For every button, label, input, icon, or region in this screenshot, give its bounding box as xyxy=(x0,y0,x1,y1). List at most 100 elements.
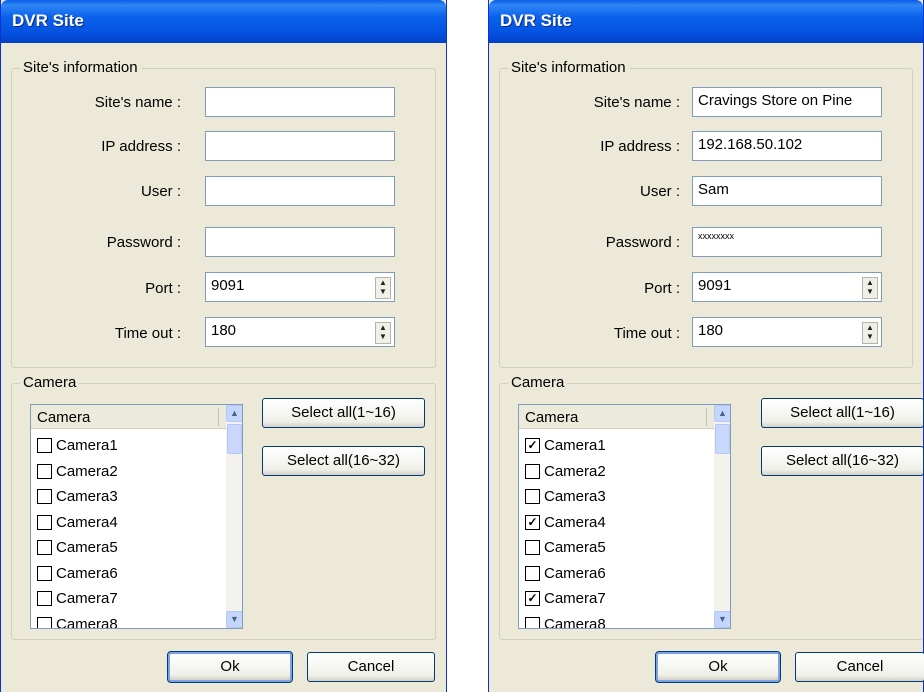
port-label: Port : xyxy=(145,280,181,297)
camera-label: Camera3 xyxy=(56,488,118,506)
port-stepper[interactable]: 9091 ▲ ▼ xyxy=(205,272,395,302)
camera-checkbox[interactable] xyxy=(37,540,52,556)
column-divider[interactable] xyxy=(218,408,219,426)
camera-checkbox[interactable] xyxy=(37,438,52,454)
user-input[interactable] xyxy=(205,176,395,206)
camera-label: Camera7 xyxy=(56,590,118,608)
camera-checkbox[interactable]: ✓ xyxy=(525,514,540,530)
camera-label: Camera7 xyxy=(544,590,606,608)
camera-group: Camera Camera ✓ Camera1 Camera2 Camera3 ✓ Cam… xyxy=(499,374,924,640)
site-information-legend: Site's information xyxy=(20,59,141,76)
camera-label: Camera5 xyxy=(56,539,118,557)
camera-list-item[interactable]: Camera4 xyxy=(31,510,226,536)
camera-list-item[interactable]: Camera1 xyxy=(31,433,226,459)
camera-list-item[interactable]: Camera7 xyxy=(31,586,226,612)
camera-list-item[interactable]: ✓ Camera1 xyxy=(519,433,714,459)
camera-checkbox[interactable] xyxy=(525,489,540,505)
cancel-button[interactable]: Cancel xyxy=(795,652,924,682)
column-divider[interactable] xyxy=(706,408,707,426)
timeout-stepper[interactable]: 180 ▲ ▼ xyxy=(692,317,882,347)
camera-list-item[interactable]: Camera8 xyxy=(31,612,226,629)
camera-checkbox[interactable] xyxy=(525,463,540,479)
camera-checkbox[interactable] xyxy=(37,591,52,607)
scroll-up-arrow-icon[interactable]: ▲ xyxy=(226,405,242,422)
ip-address-label: IP address : xyxy=(101,138,181,155)
camera-checkbox[interactable] xyxy=(525,565,540,581)
camera-label: Camera1 xyxy=(544,437,606,455)
ip-address-input[interactable]: 192.168.50.102 xyxy=(692,131,882,161)
camera-list-item[interactable]: Camera3 xyxy=(519,484,714,510)
user-label: User : xyxy=(140,183,181,200)
camera-list-item[interactable]: Camera6 xyxy=(519,561,714,587)
select-all-1-16-button[interactable]: Select all(1~16) xyxy=(761,398,924,428)
camera-checkbox[interactable] xyxy=(37,514,52,530)
camera-list-item[interactable]: ✓ Camera7 xyxy=(519,586,714,612)
camera-list-item[interactable]: ✓ Camera4 xyxy=(519,510,714,536)
camera-column-header-label: Camera xyxy=(525,409,579,426)
camera-column-header-label: Camera xyxy=(37,409,91,426)
title-bar[interactable]: DVR Site xyxy=(489,0,923,43)
camera-checkbox[interactable] xyxy=(525,616,540,628)
port-value: 9091 xyxy=(698,277,732,294)
ok-button[interactable]: Ok xyxy=(167,651,293,683)
port-spin-buttons[interactable]: ▲ ▼ xyxy=(862,277,878,299)
camera-group: Camera Camera Camera1 Camera2 Camera3 Camer… xyxy=(11,374,436,640)
timeout-spin-buttons[interactable]: ▲ ▼ xyxy=(375,322,391,344)
dialog-title: DVR Site xyxy=(12,11,84,30)
port-stepper[interactable]: 9091 ▲ ▼ xyxy=(692,272,882,302)
timeout-label: Time out : xyxy=(114,325,181,342)
site-name-input[interactable] xyxy=(205,87,395,117)
camera-checkbox[interactable]: ✓ xyxy=(525,438,540,454)
camera-label: Camera8 xyxy=(56,615,118,629)
dvr-site-dialog-empty: DVR Site Site's information Site's name … xyxy=(0,0,447,692)
camera-column-header[interactable]: Camera xyxy=(519,405,714,429)
site-name-label: Site's name : xyxy=(593,94,680,111)
scroll-thumb[interactable] xyxy=(715,424,730,454)
scroll-down-arrow-icon[interactable]: ▼ xyxy=(714,611,730,628)
camera-list[interactable]: Camera Camera1 Camera2 Camera3 Camera4 Camer… xyxy=(30,404,243,629)
select-all-16-32-button[interactable]: Select all(16~32) xyxy=(262,446,425,476)
cancel-button[interactable]: Cancel xyxy=(307,652,435,682)
select-all-16-32-button[interactable]: Select all(16~32) xyxy=(761,446,924,476)
timeout-value: 180 xyxy=(698,322,724,339)
camera-label: Camera4 xyxy=(56,513,118,531)
timeout-stepper[interactable]: 180 ▲ ▼ xyxy=(205,317,395,347)
camera-label: Camera5 xyxy=(544,539,606,557)
camera-list-item[interactable]: Camera2 xyxy=(31,459,226,485)
scroll-down-arrow-icon[interactable]: ▼ xyxy=(226,611,242,628)
camera-list[interactable]: Camera ✓ Camera1 Camera2 Camera3 ✓ Camera4 Cam… xyxy=(518,404,731,629)
camera-list-scrollbar[interactable]: ▲ ▼ xyxy=(714,405,730,628)
camera-checkbox[interactable] xyxy=(37,616,52,628)
camera-list-item[interactable]: Camera6 xyxy=(31,561,226,587)
camera-label: Camera3 xyxy=(544,488,606,506)
timeout-spin-buttons[interactable]: ▲ ▼ xyxy=(862,322,878,344)
camera-checkbox[interactable] xyxy=(37,489,52,505)
camera-checkbox[interactable] xyxy=(37,565,52,581)
camera-list-scrollbar[interactable]: ▲ ▼ xyxy=(226,405,242,628)
camera-list-item[interactable]: Camera5 xyxy=(31,535,226,561)
scroll-thumb[interactable] xyxy=(227,424,242,454)
port-spin-buttons[interactable]: ▲ ▼ xyxy=(375,277,391,299)
ok-button[interactable]: Ok xyxy=(655,651,781,683)
camera-list-item[interactable]: Camera3 xyxy=(31,484,226,510)
camera-list-item[interactable]: Camera8 xyxy=(519,612,714,628)
user-label: User : xyxy=(639,183,680,200)
scroll-up-arrow-icon[interactable]: ▲ xyxy=(714,405,730,422)
password-label: Password : xyxy=(605,234,680,251)
password-input[interactable] xyxy=(205,227,395,257)
camera-checkbox[interactable] xyxy=(37,463,52,479)
select-all-1-16-button[interactable]: Select all(1~16) xyxy=(262,398,425,428)
camera-list-item[interactable]: Camera2 xyxy=(519,459,714,485)
camera-column-header[interactable]: Camera xyxy=(31,405,226,429)
dvr-site-dialog-filled: DVR Site Site's information Site's name … xyxy=(488,0,924,692)
user-input[interactable]: Sam xyxy=(692,176,882,206)
password-label: Password : xyxy=(106,234,181,251)
password-input[interactable]: xxxxxxxx xyxy=(692,227,882,257)
ip-address-input[interactable] xyxy=(205,131,395,161)
camera-checkbox[interactable] xyxy=(525,540,540,556)
camera-checkbox[interactable]: ✓ xyxy=(525,591,540,607)
title-bar[interactable]: DVR Site xyxy=(1,0,446,43)
site-name-input[interactable]: Cravings Store on Pine xyxy=(692,87,882,117)
camera-list-item[interactable]: Camera5 xyxy=(519,535,714,561)
camera-label: Camera2 xyxy=(544,462,606,480)
